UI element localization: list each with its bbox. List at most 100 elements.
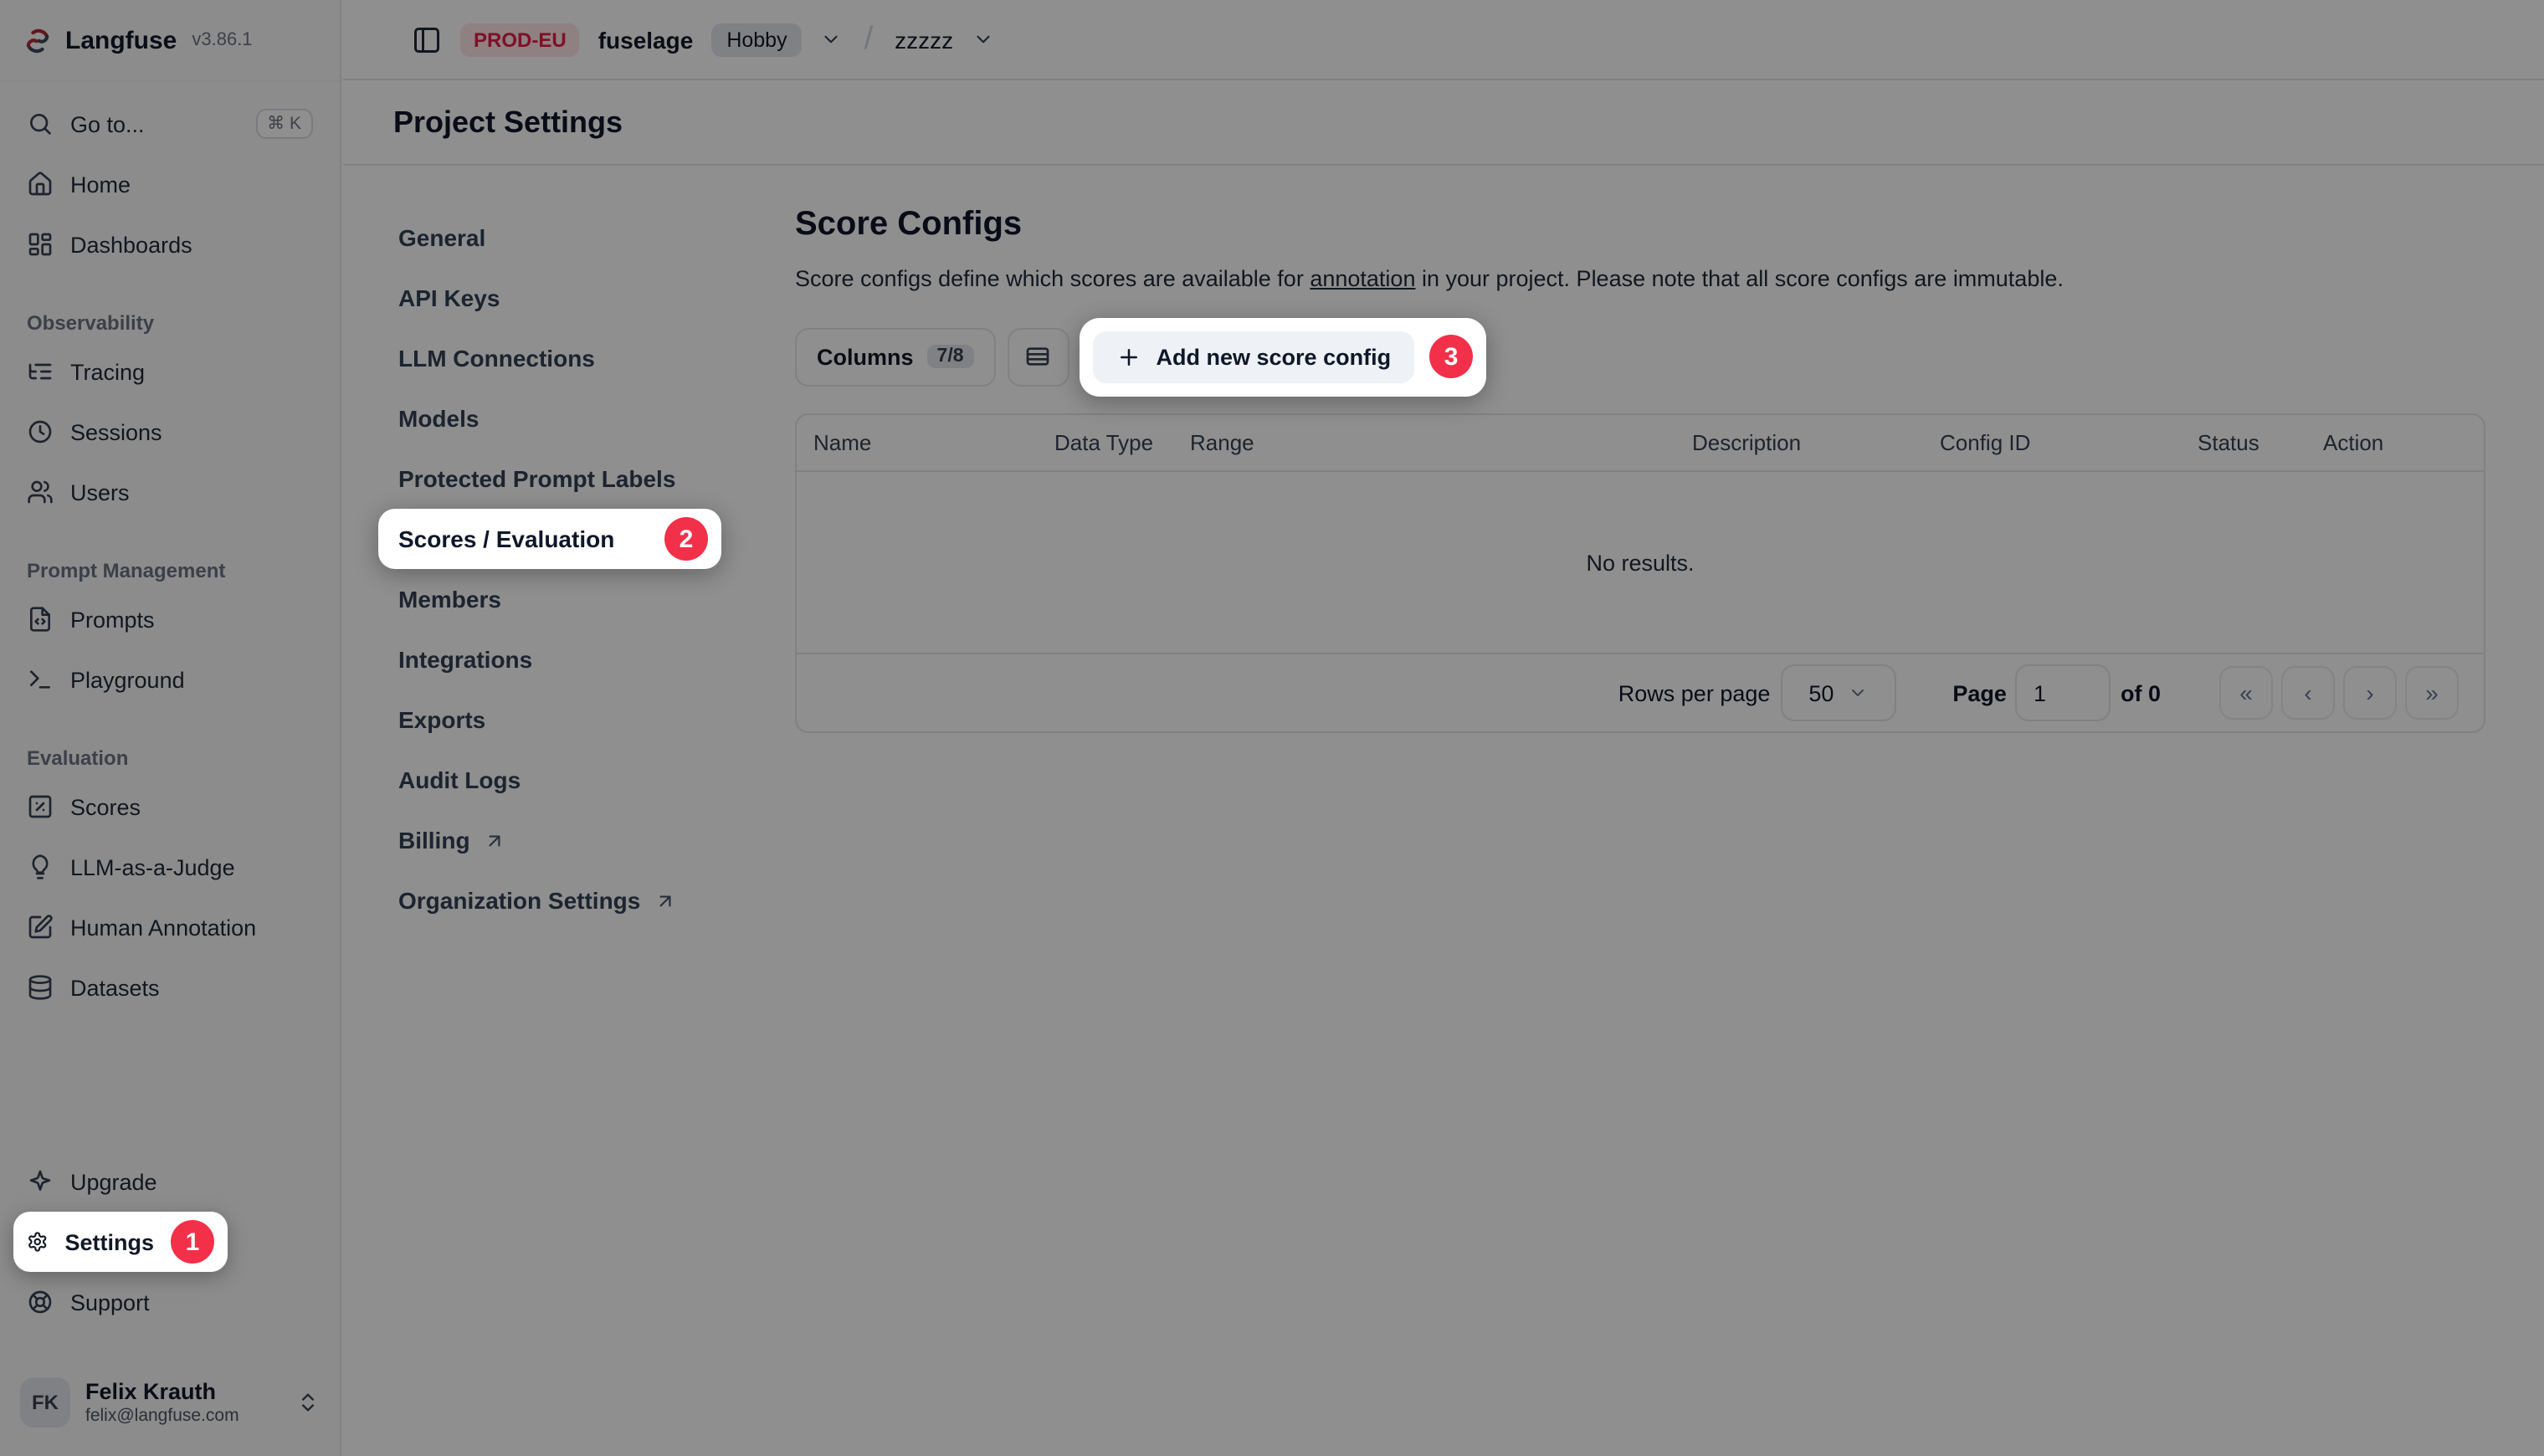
- users-icon: [27, 479, 54, 505]
- sidebar-bottom: Upgrade Settings 1 Support FK Felix Krau…: [13, 1151, 326, 1439]
- chevrons-left-icon: «: [2239, 679, 2253, 706]
- sidebar-item-human-annotation[interactable]: Human Annotation: [13, 897, 326, 957]
- sidebar-section-prompt-management: Prompt Management: [13, 552, 326, 589]
- chevron-down-icon[interactable]: [972, 28, 993, 50]
- sidebar-nav: Go to... ⌘ K Home Dashboards Observabili…: [0, 82, 340, 1018]
- goto-search[interactable]: Go to... ⌘ K: [13, 94, 326, 154]
- app-version: v3.86.1: [192, 30, 252, 50]
- sidebar-item-label: Users: [70, 479, 130, 505]
- section-title: Score Configs: [795, 206, 2485, 244]
- score-configs-section: Score Configs Score configs define which…: [795, 206, 2485, 733]
- settings-nav-organization-settings[interactable]: Organization Settings: [378, 870, 721, 931]
- sidebar-item-label: Human Annotation: [70, 915, 256, 940]
- chevron-down-icon: [1847, 683, 1867, 703]
- environment-badge: PROD-EU: [460, 23, 580, 56]
- app-window: Langfuse v3.86.1 Go to... ⌘ K Home Dashb…: [0, 0, 2544, 1456]
- sidebar-item-home[interactable]: Home: [13, 154, 326, 214]
- topbar: PROD-EU fuselage Hobby / zzzzz: [343, 0, 2544, 80]
- last-page-button[interactable]: »: [2405, 666, 2459, 720]
- sidebar-item-label: Playground: [70, 667, 185, 692]
- sidebar-item-label: Datasets: [70, 975, 160, 1000]
- panel-left-toggle-icon[interactable]: [412, 24, 442, 54]
- add-score-config-spotlight: Add new score config 3: [1080, 317, 1487, 396]
- next-page-button[interactable]: ›: [2343, 666, 2397, 720]
- sidebar-item-upgrade[interactable]: Upgrade: [13, 1151, 326, 1212]
- settings-nav-protected-prompt-labels[interactable]: Protected Prompt Labels: [378, 449, 721, 509]
- table-toolbar: Columns 7/8 Add new score config 3: [795, 318, 2485, 395]
- gear-icon: [27, 1228, 48, 1255]
- page-header: Project Settings: [343, 80, 2544, 166]
- sidebar-item-llm-as-a-judge[interactable]: LLM-as-a-Judge: [13, 837, 326, 897]
- settings-nav-models[interactable]: Models: [378, 388, 721, 449]
- sidebar-item-prompts[interactable]: Prompts: [13, 589, 326, 649]
- sidebar-section-observability: Observability: [13, 305, 326, 341]
- sidebar-item-support[interactable]: Support: [13, 1272, 326, 1332]
- page-label: Page: [1952, 680, 2007, 705]
- sidebar-item-datasets[interactable]: Datasets: [13, 957, 326, 1018]
- settings-nav-llm-connections[interactable]: LLM Connections: [378, 328, 721, 388]
- row-height-button[interactable]: [1008, 327, 1069, 386]
- prompts-icon: [27, 606, 54, 633]
- user-name: Felix Krauth: [85, 1378, 281, 1405]
- settings-nav-exports[interactable]: Exports: [378, 690, 721, 750]
- page-title: Project Settings: [393, 105, 623, 140]
- sidebar-item-label: Tracing: [70, 359, 145, 384]
- sidebar-item-label: Upgrade: [70, 1169, 157, 1194]
- annotation-link[interactable]: annotation: [1310, 266, 1415, 291]
- sidebar-item-dashboards[interactable]: Dashboards: [13, 214, 326, 274]
- table-pagination: Rows per page 50 Page of 0 « ‹ › »: [797, 654, 2484, 731]
- tracing-icon: [27, 358, 54, 385]
- goto-label: Go to...: [70, 111, 145, 136]
- goto-shortcut: ⌘ K: [255, 109, 313, 139]
- settings-nav-scores-evaluation[interactable]: Scores / Evaluation 2: [378, 509, 721, 569]
- sidebar-item-label: LLM-as-a-Judge: [70, 854, 235, 879]
- settings-nav-billing[interactable]: Billing: [378, 810, 721, 870]
- pager-buttons: « ‹ › »: [2219, 666, 2459, 720]
- plan-badge: Hobby: [711, 23, 802, 56]
- add-score-config-button[interactable]: Add new score config: [1093, 331, 1415, 382]
- user-menu[interactable]: FK Felix Krauth felix@langfuse.com: [13, 1366, 326, 1439]
- scores-icon: [27, 793, 54, 820]
- first-page-button[interactable]: «: [2219, 666, 2273, 720]
- settings-nav-audit-logs[interactable]: Audit Logs: [378, 750, 721, 810]
- chevron-right-icon: ›: [2366, 679, 2373, 706]
- sidebar-item-users[interactable]: Users: [13, 462, 326, 522]
- sidebar-item-scores[interactable]: Scores: [13, 777, 326, 837]
- lightbulb-icon: [27, 854, 54, 880]
- chevrons-up-down-icon: [296, 1391, 320, 1414]
- column-header-config-id: Config ID: [1940, 430, 2198, 455]
- score-configs-table: Name Data Type Range Description Config …: [795, 413, 2485, 733]
- sidebar-item-tracing[interactable]: Tracing: [13, 341, 326, 402]
- annotation-badge-2: 2: [664, 517, 708, 561]
- settings-nav-api-keys[interactable]: API Keys: [378, 268, 721, 328]
- page-number-input[interactable]: [2015, 664, 2111, 721]
- rows-per-page-select[interactable]: 50: [1780, 664, 1895, 721]
- breadcrumb-separator: /: [864, 21, 874, 58]
- sidebar-item-label: Support: [70, 1289, 150, 1315]
- life-buoy-icon: [27, 1289, 54, 1315]
- home-icon: [27, 171, 54, 197]
- arrow-up-right-icon: [484, 829, 505, 851]
- sidebar-item-sessions[interactable]: Sessions: [13, 402, 326, 462]
- sidebar-item-settings[interactable]: Settings 1: [13, 1212, 228, 1272]
- arrow-up-right-icon: [654, 889, 675, 911]
- chevrons-right-icon: »: [2425, 679, 2439, 706]
- chevron-down-icon[interactable]: [821, 28, 843, 50]
- previous-page-button[interactable]: ‹: [2281, 666, 2335, 720]
- settings-nav-general[interactable]: General: [378, 208, 721, 268]
- rows-icon: [1025, 343, 1052, 370]
- settings-nav-integrations[interactable]: Integrations: [378, 629, 721, 690]
- breadcrumb-org[interactable]: fuselage: [598, 26, 694, 53]
- page-of-label: of 0: [2121, 680, 2161, 705]
- columns-button[interactable]: Columns 7/8: [795, 327, 996, 386]
- column-header-description: Description: [1692, 430, 1940, 455]
- sidebar-item-playground[interactable]: Playground: [13, 649, 326, 710]
- table-header-row: Name Data Type Range Description Config …: [797, 415, 2484, 472]
- breadcrumb-project[interactable]: zzzzz: [895, 26, 953, 53]
- dashboards-icon: [27, 231, 54, 258]
- datasets-icon: [27, 974, 54, 1001]
- search-icon: [27, 110, 54, 137]
- settings-nav-members[interactable]: Members: [378, 569, 721, 629]
- annotation-badge-1: 1: [171, 1220, 214, 1264]
- plus-icon: [1116, 344, 1141, 369]
